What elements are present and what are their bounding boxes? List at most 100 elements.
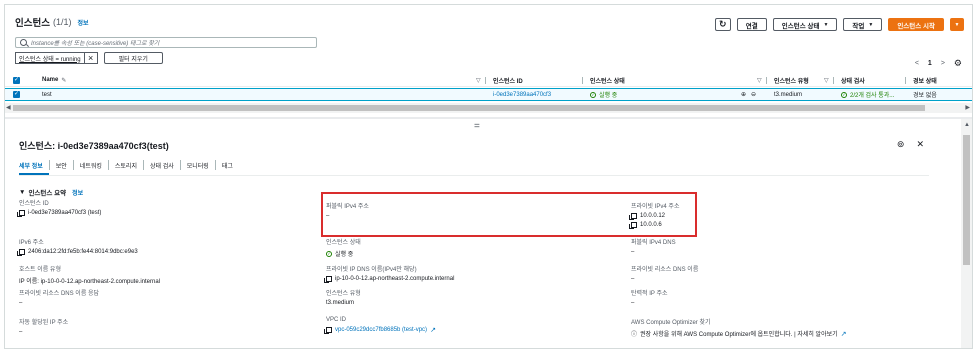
tab-monitoring[interactable]: 모니터링 (179, 160, 215, 170)
copy-icon[interactable] (324, 276, 332, 283)
close-icon[interactable]: ✕ (916, 139, 924, 150)
scrollbar-thumb[interactable] (963, 135, 970, 265)
column-separator[interactable] (485, 77, 486, 84)
row-status-check-label: 2/2개 검사 통과... (850, 93, 895, 99)
split-divider[interactable] (5, 117, 972, 119)
tab-tags[interactable]: 태그 (214, 160, 239, 170)
table-row[interactable]: ✓ test i-0ed3e7389aa470cf3 ✓ 실행 중 ⊕ ⊖ t3.m… (5, 88, 972, 101)
scrollbar-thumb[interactable] (13, 105, 925, 111)
actions-button[interactable]: 작업 ▼ (843, 18, 883, 31)
select-all-checkbox[interactable]: ✓ (13, 74, 20, 86)
instance-count: (1/1) (52, 17, 72, 27)
zoom-in-icon[interactable]: ⊕ (741, 91, 746, 98)
column-instance-state[interactable]: 인스턴스 상태 (590, 74, 625, 86)
connect-button[interactable]: 연결 (736, 18, 767, 31)
close-icon[interactable]: × (85, 53, 97, 63)
tab-security[interactable]: 보안 (48, 160, 73, 170)
caret-down-icon: ▽ (824, 77, 829, 84)
column-instance-id[interactable]: 인스턴스 ID (493, 74, 523, 86)
field-label: 프라이빗 리소스 DNS 이름 응답 (19, 291, 100, 297)
field-private-resource-dns: 프라이빗 리소스 DNS 이름 – (631, 264, 698, 285)
drag-handle-icon[interactable]: = (474, 121, 480, 132)
launch-dropdown-button[interactable]: ▼ (950, 18, 964, 31)
sort-icon[interactable]: ▽ (473, 74, 481, 86)
public-dns-value: – (631, 249, 635, 255)
prev-page-button[interactable]: < (915, 60, 919, 67)
scroll-up-icon[interactable]: ▲ (964, 122, 970, 128)
toolbar: ↻ 연결 인스턴스 상태 ▼ 작업 ▼ 인스턴스 시작 ▼ (714, 18, 964, 31)
field-vpc: VPC ID vpc-059c29dcc7fb8685b (test-vpc) ↗ (324, 317, 436, 337)
scroll-left-icon[interactable]: ◀ (6, 104, 11, 111)
search-input[interactable]: Instance를 속성 또는 (case-sensitive) 태그로 찾기 (15, 37, 317, 48)
field-label: 호스트 이름 유형 (19, 267, 61, 273)
summary-title: 인스턴스 요약 (28, 190, 67, 197)
sort-icon[interactable]: ▽ (821, 74, 829, 86)
title-text: 인스턴스 (15, 18, 50, 29)
vertical-scrollbar[interactable]: ▲ (961, 119, 972, 348)
sort-icon[interactable]: ▽ (754, 74, 762, 86)
tab-status-checks[interactable]: 상태 검사 (142, 160, 180, 170)
column-separator[interactable] (582, 77, 583, 84)
column-separator[interactable] (905, 77, 906, 84)
optimizer-value[interactable]: 권장 사항을 위해 AWS Compute Optimizer에 옵트인합니다.… (640, 329, 838, 338)
field-value[interactable]: ⓘ 권장 사항을 위해 AWS Compute Optimizer에 옵트인합니다… (631, 329, 847, 339)
edit-icon: ✎ (61, 77, 67, 84)
check-circle-icon: ✓ (590, 91, 596, 98)
field-compute-optimizer: AWS Compute Optimizer 찾기 ⓘ 권장 사항을 위해 AWS … (631, 317, 847, 341)
scroll-right-icon[interactable]: ▶ (965, 104, 970, 111)
page-number[interactable]: 1 (928, 60, 932, 67)
field-value: ip-10-0-0-12.ap-northeast-2.compute.inte… (324, 276, 454, 283)
field-hostname-type: 호스트 이름 유형 IP 이름: ip-10-0-0-12.ap-northea… (19, 264, 160, 288)
row-instance-id[interactable]: i-0ed3e7389aa470cf3 (493, 89, 551, 100)
checkbox-icon: ✓ (13, 91, 20, 98)
instance-state-button[interactable]: 인스턴스 상태 ▼ (772, 18, 838, 31)
actions-label: 작업 (852, 22, 865, 30)
info-link[interactable]: 정보 (77, 18, 88, 27)
caret-down-icon: ▽ (476, 77, 481, 84)
info-link[interactable]: 정보 (72, 188, 83, 197)
caret-down-icon: ▽ (757, 77, 762, 84)
field-label: 인스턴스 상태 (326, 240, 361, 246)
external-link-icon[interactable]: ↗ (430, 326, 436, 334)
column-separator[interactable] (833, 77, 834, 84)
info-circle-icon: ⓘ (631, 332, 638, 338)
column-name[interactable]: Name ✎ (42, 74, 66, 86)
tab-networking[interactable]: 네트워킹 (72, 160, 108, 170)
filter-token[interactable]: 인스턴스 상태 = running × (15, 52, 98, 64)
row-alarm: 경보 없음 (913, 93, 937, 99)
field-instance-id: 인스턴스 ID i-0ed3e7389aa470cf3 (test) (17, 198, 101, 219)
detail-actions: ⊚ ✕ (897, 139, 924, 150)
next-page-button[interactable]: > (941, 60, 945, 67)
column-instance-type[interactable]: 인스턴스 유형 (774, 74, 809, 86)
answer-private-dns-value: – (19, 300, 23, 306)
copy-icon[interactable] (17, 210, 25, 217)
column-status-check[interactable]: 상태 검사 (841, 74, 865, 86)
field-value: ✓ 실행 중 (326, 249, 361, 258)
private-resource-dns-value: – (631, 276, 635, 282)
vpc-link[interactable]: vpc-059c29dcc7fb8685b (test-vpc) (335, 327, 427, 333)
external-link-icon[interactable]: ↗ (841, 330, 847, 338)
tab-storage[interactable]: 스토리지 (107, 160, 143, 170)
filter-token-label[interactable]: 인스턴스 상태 = running (16, 53, 85, 63)
horizontal-scrollbar[interactable]: ◀ ▶ (5, 103, 972, 113)
launch-instance-button[interactable]: 인스턴스 시작 (888, 18, 944, 31)
zoom-out-icon[interactable]: ⊖ (751, 91, 756, 98)
refresh-icon: ↻ (719, 19, 727, 29)
column-alarm-status[interactable]: 경보 상태 (913, 74, 937, 86)
column-separator[interactable] (766, 77, 767, 84)
row-checkbox[interactable]: ✓ (13, 89, 20, 100)
field-value: vpc-059c29dcc7fb8685b (test-vpc) ↗ (324, 326, 436, 334)
copy-icon[interactable] (324, 327, 332, 334)
summary-section-toggle[interactable]: ▼ 인스턴스 요약 정보 (19, 187, 83, 198)
field-ipv6: IPv6 주소 2406:da12:2fd:fe5b:fe44:8014:9db… (17, 237, 138, 258)
settings-icon[interactable]: ⊚ (897, 139, 905, 150)
page-title: 인스턴스 (1/1) 정보 (15, 15, 89, 29)
row-status-check[interactable]: ✓ 2/2개 검사 통과... (841, 89, 894, 100)
refresh-button[interactable]: ↻ (714, 18, 731, 31)
copy-icon[interactable] (17, 249, 25, 256)
gear-icon[interactable]: ⚙ (954, 58, 962, 69)
field-elastic-ip: 탄력적 IP 주소 – (631, 288, 668, 309)
tab-details[interactable]: 세부 정보 (19, 160, 49, 170)
elastic-ip-value: – (631, 300, 635, 306)
clear-filters-button[interactable]: 필터 지우기 (103, 52, 163, 64)
